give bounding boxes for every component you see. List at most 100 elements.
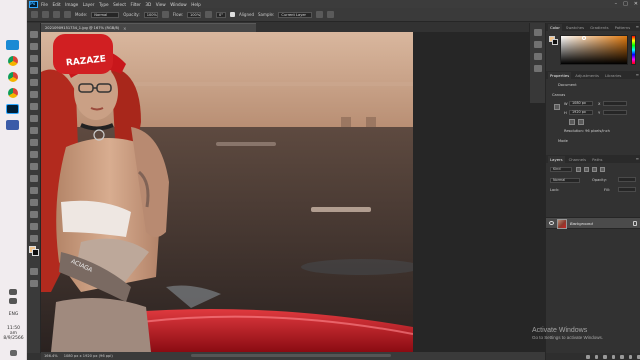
quick-mask-icon[interactable] [30,268,38,275]
clone-stamp-tool-icon[interactable] [30,139,38,146]
layer-row[interactable]: Background [546,217,640,229]
panel-menu-icon[interactable]: ≡ [636,23,639,30]
frame-tool-icon[interactable] [30,91,38,98]
character-icon[interactable] [534,65,542,72]
zoom-level[interactable]: 166.4% [44,354,58,358]
layer-kind-filter[interactable]: Kind [550,167,572,172]
brush-tool-icon[interactable] [30,127,38,134]
brush-settings-icon[interactable] [64,11,71,18]
network-icon[interactable] [9,289,17,295]
edge-icon[interactable] [6,40,19,50]
app-icon[interactable] [6,120,19,130]
menu-select[interactable]: Select [113,2,126,7]
tab-color[interactable]: Color [548,24,562,31]
tab-libraries[interactable]: Libraries [603,72,623,79]
aligned-checkbox[interactable] [229,12,235,17]
tab-properties[interactable]: Properties [548,72,572,79]
menu-3d[interactable]: 3D [145,2,151,7]
pen-tool-icon[interactable] [30,211,38,218]
tab-gradients[interactable]: Gradients [588,24,611,31]
filter-shape-icon[interactable] [600,167,605,172]
canvas-area[interactable]: RAZAZE ACIAGA [41,32,556,352]
group-icon[interactable] [620,354,624,359]
healing-brush-tool-icon[interactable] [30,115,38,122]
properties-section-canvas[interactable]: Canvas [552,93,565,97]
history-brush-tool-icon[interactable] [30,151,38,158]
filter-adjustment-icon[interactable] [584,167,589,172]
filter-pixel-icon[interactable] [576,167,581,172]
layer-mask-icon[interactable] [603,354,607,359]
portrait-orientation-button[interactable] [569,119,575,125]
width-field[interactable]: 1080 px [569,101,593,106]
panel-menu-icon[interactable]: ≡ [636,155,639,162]
layer-opacity-field[interactable] [618,177,636,182]
lock-icon[interactable] [633,221,637,226]
close-tab-icon[interactable]: × [123,26,126,31]
opacity-field[interactable]: 100% [143,11,158,18]
color-picker-ring[interactable] [582,36,586,40]
tab-layers[interactable]: Layers [548,156,565,163]
menu-file[interactable]: File [41,2,48,7]
ignore-adjustment-icon[interactable] [316,11,324,18]
minimize-button[interactable]: – [615,0,618,8]
pressure-opacity-icon[interactable] [161,11,169,18]
menu-layer[interactable]: Layer [83,2,95,7]
language-indicator[interactable]: ENG [0,312,27,317]
pressure-size-icon[interactable] [327,11,335,18]
clock-date[interactable]: 8/9/2566 [0,336,27,341]
landscape-orientation-button[interactable] [578,119,584,125]
document-info[interactable]: 1080 px x 1920 px (96 ppi) [64,354,113,358]
menu-edit[interactable]: Edit [53,2,61,7]
tab-patterns[interactable]: Patterns [613,24,633,31]
history-icon[interactable] [534,29,542,36]
tab-paths[interactable]: Paths [590,156,604,163]
background-color-swatch[interactable] [32,249,39,256]
volume-icon[interactable] [9,298,17,304]
clone-stamp-icon[interactable] [42,11,49,18]
eyedropper-tool-icon[interactable] [30,103,38,110]
tab-swatches[interactable]: Swatches [564,24,586,31]
x-field[interactable] [603,101,627,106]
menu-image[interactable]: Image [65,2,78,7]
new-layer-icon[interactable] [628,354,633,359]
type-tool-icon[interactable] [30,223,38,230]
menu-window[interactable]: Window [170,2,187,7]
notification-icon[interactable] [10,350,17,356]
color-panel-background-swatch[interactable] [552,39,558,45]
menu-type[interactable]: Type [99,2,109,7]
eye-icon[interactable] [549,221,554,225]
tab-channels[interactable]: Channels [567,156,589,163]
menu-help[interactable]: Help [191,2,201,7]
y-field[interactable] [603,110,627,115]
home-icon[interactable] [31,11,38,18]
layer-name[interactable]: Background [570,221,593,226]
photoshop-icon[interactable] [6,104,19,114]
angle-field[interactable]: 0° [215,11,226,18]
chrome-icon[interactable] [8,88,18,98]
airbrush-icon[interactable] [204,11,212,18]
eraser-tool-icon[interactable] [30,163,38,170]
maximize-button[interactable]: □ [623,0,628,8]
blur-tool-icon[interactable] [30,187,38,194]
link-dimensions-icon[interactable] [554,104,560,110]
quick-select-tool-icon[interactable] [30,67,38,74]
chrome-icon[interactable] [8,72,18,82]
crop-tool-icon[interactable] [30,79,38,86]
info-icon[interactable] [534,41,542,48]
adjustment-layer-icon[interactable] [611,354,616,359]
menu-view[interactable]: View [156,2,166,7]
horizontal-scrollbar[interactable] [191,354,391,357]
link-layers-icon[interactable] [586,354,590,359]
height-field[interactable]: 1920 px [569,110,593,115]
lasso-tool-icon[interactable] [30,55,38,62]
layer-fill-field[interactable] [618,187,636,192]
menu-filter[interactable]: Filter [130,2,140,7]
paragraph-icon[interactable] [534,53,542,60]
move-tool-icon[interactable] [30,31,38,38]
tab-adjustments[interactable]: Adjustments [573,72,601,79]
close-button[interactable]: ✕ [634,0,638,8]
chrome-icon[interactable] [8,56,18,66]
mode-select[interactable]: Normal [91,11,120,18]
document-image[interactable]: RAZAZE ACIAGA [41,32,413,352]
brush-preset-icon[interactable] [53,11,60,18]
